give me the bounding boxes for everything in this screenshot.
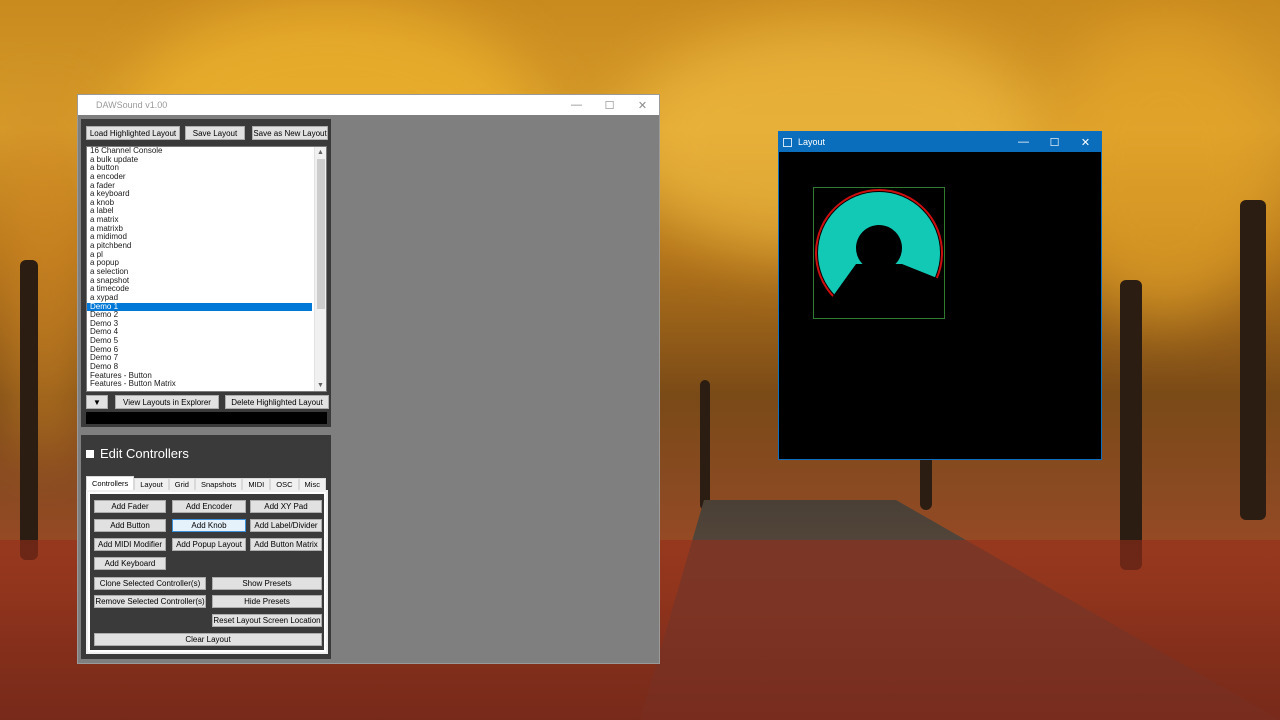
clone-selected-controllers-button[interactable]: Clone Selected Controller(s) (94, 577, 206, 590)
add-keyboard-button[interactable]: Add Keyboard (94, 557, 166, 570)
list-item[interactable]: Features - Button (87, 372, 312, 381)
add-button-matrix-button[interactable]: Add Button Matrix (250, 538, 322, 551)
layout-minimize-button[interactable]: — (1008, 132, 1039, 152)
tab-layout[interactable]: Layout (134, 478, 169, 490)
list-item[interactable]: a snapshot (87, 277, 312, 286)
layout-close-button[interactable]: ✕ (1070, 132, 1101, 152)
tab-misc[interactable]: Misc (298, 478, 326, 490)
hide-presets-button[interactable]: Hide Presets (212, 595, 322, 608)
list-item[interactable]: Demo 3 (87, 320, 312, 329)
add-label-divider-button[interactable]: Add Label/Divider (250, 519, 322, 532)
layouts-dropdown-button[interactable]: ▼ (86, 395, 108, 409)
list-item[interactable]: a popup (87, 259, 312, 268)
list-item[interactable]: a button (87, 164, 312, 173)
square-icon (86, 449, 94, 458)
list-item[interactable]: a fader (87, 182, 312, 191)
add-fader-button[interactable]: Add Fader (94, 500, 166, 513)
list-item[interactable]: Features - Button Matrix (87, 380, 312, 389)
list-item[interactable]: a knob (87, 199, 312, 208)
list-item[interactable]: a bulk update (87, 156, 312, 165)
edit-controllers-panel: Edit Controllers Controllers Layout Grid… (81, 435, 331, 659)
list-item[interactable]: Demo 1 (87, 302, 312, 312)
list-item[interactable]: a timecode (87, 285, 312, 294)
delete-highlighted-layout-button[interactable]: Delete Highlighted Layout (225, 395, 329, 409)
tab-controllers[interactable]: Controllers (86, 476, 135, 490)
list-item[interactable]: a midimod (87, 233, 312, 242)
add-knob-button[interactable]: Add Knob (172, 519, 246, 532)
minimize-button[interactable]: — (560, 95, 593, 115)
list-scrollbar[interactable]: ▲ ▼ (314, 147, 326, 391)
list-item[interactable]: a selection (87, 268, 312, 277)
add-encoder-button[interactable]: Add Encoder (172, 500, 246, 513)
layout-window: Layout — ☐ ✕ (778, 131, 1102, 460)
list-item[interactable]: a pl (87, 251, 312, 260)
layout-title-bar[interactable]: Layout — ☐ ✕ (779, 132, 1101, 152)
edit-controllers-heading: Edit Controllers (86, 446, 189, 461)
dawsound-window: DAWSound v1.00 — ☐ ✕ Load Highlighted La… (77, 94, 660, 664)
knob-controller[interactable] (813, 187, 945, 319)
list-item[interactable]: a pitchbend (87, 242, 312, 251)
tab-osc[interactable]: OSC (270, 478, 299, 490)
show-presets-button[interactable]: Show Presets (212, 577, 322, 590)
view-layouts-in-explorer-button[interactable]: View Layouts in Explorer (115, 395, 219, 409)
save-as-new-layout-button[interactable]: Save as New Layout (252, 126, 328, 140)
add-popup-layout-button[interactable]: Add Popup Layout (172, 538, 246, 551)
knob-graphic[interactable] (814, 188, 944, 318)
list-item[interactable]: Demo 5 (87, 337, 312, 346)
list-item[interactable]: Demo 4 (87, 328, 312, 337)
controllers-tab-body: Add Fader Add Encoder Add XY Pad Add But… (86, 490, 328, 654)
status-bar (86, 412, 327, 424)
layout-window-title: Layout (798, 137, 826, 147)
scroll-down-icon[interactable]: ▼ (315, 380, 326, 391)
controller-tabs: Controllers Layout Grid Snapshots MIDI O… (86, 476, 326, 490)
reset-layout-screen-location-button[interactable]: Reset Layout Screen Location (212, 614, 322, 627)
load-highlighted-layout-button[interactable]: Load Highlighted Layout (86, 126, 180, 140)
scroll-thumb[interactable] (317, 159, 325, 309)
list-item[interactable]: Demo 8 (87, 363, 312, 372)
add-xy-pad-button[interactable]: Add XY Pad (250, 500, 322, 513)
layouts-list[interactable]: 16 Channel Console a bulk update a button a… (86, 146, 327, 392)
list-item[interactable]: a matrix (87, 216, 312, 225)
add-midi-modifier-button[interactable]: Add MIDI Modifier (94, 538, 166, 551)
list-item[interactable]: Demo 6 (87, 346, 312, 355)
layouts-panel: Load Highlighted Layout Save Layout Save… (81, 119, 331, 427)
save-layout-button[interactable]: Save Layout (185, 126, 245, 140)
app-icon (783, 137, 792, 147)
list-item[interactable]: a keyboard (87, 190, 312, 199)
scroll-up-icon[interactable]: ▲ (315, 147, 326, 158)
list-item[interactable]: a matrixb (87, 225, 312, 234)
list-item[interactable]: Demo 2 (87, 311, 312, 320)
title-bar[interactable]: DAWSound v1.00 — ☐ ✕ (78, 95, 659, 115)
add-button-button[interactable]: Add Button (94, 519, 166, 532)
tab-grid[interactable]: Grid (168, 478, 195, 490)
tab-midi[interactable]: MIDI (242, 478, 271, 490)
remove-selected-controllers-button[interactable]: Remove Selected Controller(s) (94, 595, 206, 608)
list-item[interactable]: Demo 7 (87, 354, 312, 363)
tab-snapshots[interactable]: Snapshots (194, 478, 243, 490)
list-item[interactable]: 16 Channel Console (87, 147, 312, 156)
edit-controllers-title: Edit Controllers (100, 446, 189, 461)
clear-layout-button[interactable]: Clear Layout (94, 633, 322, 646)
close-button[interactable]: ✕ (626, 95, 659, 115)
list-item[interactable]: a label (87, 207, 312, 216)
maximize-button[interactable]: ☐ (593, 95, 626, 115)
window-title: DAWSound v1.00 (96, 100, 168, 110)
list-item[interactable]: a xypad (87, 294, 312, 303)
layout-maximize-button[interactable]: ☐ (1039, 132, 1070, 152)
list-item[interactable]: a encoder (87, 173, 312, 182)
